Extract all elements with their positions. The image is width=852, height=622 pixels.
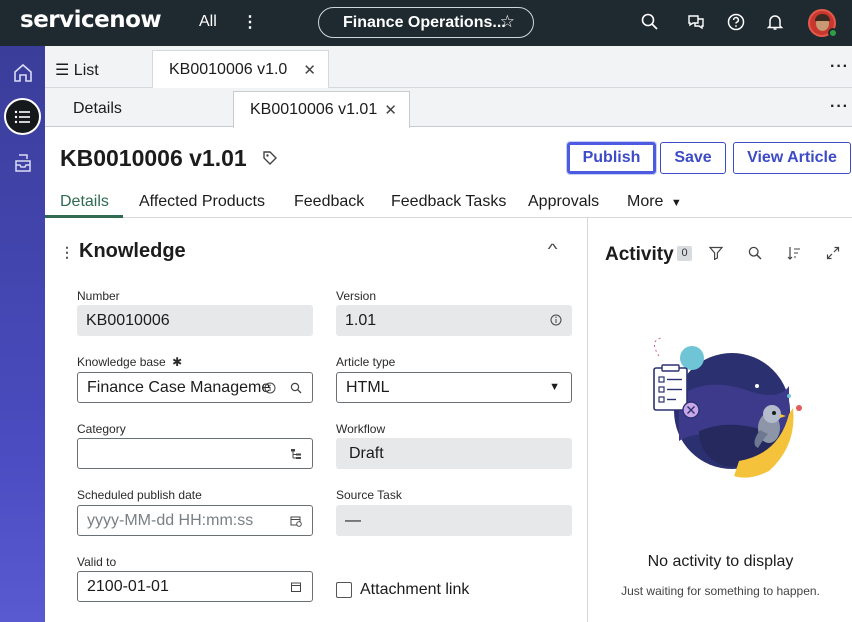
tab-label: KB0010006 v1.0 <box>169 61 288 78</box>
section-title: Knowledge <box>79 240 186 262</box>
workflow-value: Draft <box>349 444 384 462</box>
tab-details[interactable]: Details <box>60 193 109 211</box>
tab-more[interactable]: More ▼ <box>627 193 682 211</box>
calendar-icon[interactable] <box>290 581 302 593</box>
number-value: KB0010006 <box>86 311 170 329</box>
valid-to-value: 2100-01-01 <box>87 577 169 595</box>
tab-kb0010006-v1-01[interactable]: KB0010006 v1.01 ✕ <box>233 91 410 128</box>
workspace-selector[interactable]: Finance Operations... ☆ <box>318 7 534 38</box>
category-label: Category <box>77 422 126 436</box>
empty-state-title: No activity to display <box>647 553 794 570</box>
tab-feedback-tasks[interactable]: Feedback Tasks <box>391 193 506 211</box>
more-label: More <box>627 193 664 210</box>
left-rail <box>0 46 45 622</box>
more-menu-icon[interactable]: ⋮ <box>242 12 258 32</box>
empty-state-subtitle: Just waiting for something to happen. <box>621 584 820 598</box>
tab-kb0010006-v1-0[interactable]: KB0010006 v1.0 ✕ <box>152 50 329 88</box>
calendar-clock-icon[interactable] <box>290 515 302 527</box>
number-label: Number <box>77 289 120 303</box>
workflow-field: Draft <box>336 438 572 469</box>
dropdown-caret-icon: ▼ <box>549 381 560 393</box>
attachment-link-label: Attachment link <box>360 581 470 598</box>
bell-icon[interactable] <box>765 12 785 32</box>
caret-down-icon: ▼ <box>670 197 682 209</box>
activity-title: Activity <box>605 244 674 265</box>
inbox-icon[interactable] <box>4 144 41 181</box>
tab-feedback[interactable]: Feedback <box>294 193 364 211</box>
valid-to-label: Valid to <box>77 555 117 569</box>
list-lines-icon: ☰ <box>55 62 70 79</box>
version-label: Version <box>336 289 377 303</box>
version-field: 1.01 <box>336 305 572 336</box>
record-title: KB0010006 v1.01 <box>60 145 247 171</box>
presence-status-icon <box>828 28 838 38</box>
version-value: 1.01 <box>345 311 377 329</box>
search-icon[interactable] <box>748 246 762 260</box>
info-icon[interactable] <box>550 314 562 326</box>
category-field[interactable] <box>77 438 313 469</box>
knowledge-base-value: Finance Case Manageme <box>87 378 271 396</box>
activity-count-badge: 0 <box>677 246 692 261</box>
help-icon[interactable] <box>726 12 746 32</box>
empty-state-illustration <box>653 337 802 478</box>
expand-icon[interactable] <box>826 246 840 260</box>
all-menu-button[interactable]: All <box>199 13 217 31</box>
list-icon[interactable] <box>4 98 41 135</box>
sort-icon[interactable] <box>787 246 801 260</box>
source-task-label: Source Task <box>336 488 402 502</box>
list-tab-label: List <box>73 62 99 79</box>
source-task-field: — <box>336 505 572 536</box>
hierarchy-icon[interactable] <box>290 448 302 460</box>
subtab-bar: Details KB0010006 v1.01 ✕ ··· <box>45 88 852 128</box>
tab-overflow-menu-icon[interactable]: ··· <box>830 58 849 76</box>
date-placeholder: yyyy-MM-dd HH:mm:ss <box>87 511 254 529</box>
number-field: KB0010006 <box>77 305 313 336</box>
knowledge-base-label: Knowledge base ✱ <box>77 355 182 369</box>
favorite-star-icon[interactable]: ☆ <box>500 12 515 32</box>
subtab-overflow-menu-icon[interactable]: ··· <box>830 98 849 116</box>
article-type-value: HTML <box>346 378 390 396</box>
save-button[interactable]: Save <box>660 142 726 174</box>
publish-button[interactable]: Publish <box>566 141 657 175</box>
drag-handle-icon[interactable]: ⋮ <box>60 244 74 261</box>
collapse-chevron-icon[interactable]: ^ <box>548 241 558 258</box>
info-icon[interactable] <box>264 382 276 394</box>
tag-icon[interactable] <box>262 150 278 166</box>
valid-to-field[interactable]: 2100-01-01 <box>77 571 313 602</box>
workspace-name: Finance Operations... <box>343 13 506 31</box>
form-tabs: Details Affected Products Feedback Feedb… <box>45 185 852 218</box>
filter-icon[interactable] <box>709 246 723 260</box>
close-icon[interactable]: ✕ <box>303 61 316 79</box>
close-icon[interactable]: ✕ <box>384 101 397 119</box>
home-icon[interactable] <box>4 54 41 91</box>
list-tab[interactable]: ☰ List <box>55 60 99 80</box>
article-type-label: Article type <box>336 355 396 369</box>
search-icon[interactable] <box>640 12 660 32</box>
source-task-value: — <box>345 511 361 529</box>
attachment-link-checkbox[interactable] <box>336 582 352 598</box>
tab-affected-products[interactable]: Affected Products <box>139 193 265 211</box>
scheduled-publish-date-label: Scheduled publish date <box>77 488 202 502</box>
workspace-tab-bar: ☰ List KB0010006 v1.0 ✕ ··· <box>45 46 852 88</box>
knowledge-base-field[interactable]: Finance Case Manageme <box>77 372 313 403</box>
tab-approvals[interactable]: Approvals <box>528 193 599 211</box>
scheduled-publish-date-field[interactable]: yyyy-MM-dd HH:mm:ss <box>77 505 313 536</box>
activity-panel: Activity 0 No activity to display Just w… <box>589 218 852 622</box>
knowledge-form: ⋮ Knowledge ^ Number KB0010006 Version 1… <box>45 218 588 622</box>
workflow-label: Workflow <box>336 422 386 436</box>
top-navigation-bar: servicenow All ⋮ Finance Operations... ☆ <box>0 0 852 46</box>
knowledge-base-label-text: Knowledge base <box>77 355 166 369</box>
details-tab[interactable]: Details <box>73 100 122 118</box>
servicenow-logo[interactable]: servicenow <box>20 7 162 33</box>
tab-label: KB0010006 v1.01 <box>250 101 378 118</box>
article-type-select[interactable]: HTML ▼ <box>336 372 572 403</box>
lookup-search-icon[interactable] <box>290 382 302 394</box>
view-article-button[interactable]: View Article <box>733 142 851 174</box>
required-marker: ✱ <box>172 355 183 369</box>
chat-icon[interactable] <box>686 12 706 32</box>
